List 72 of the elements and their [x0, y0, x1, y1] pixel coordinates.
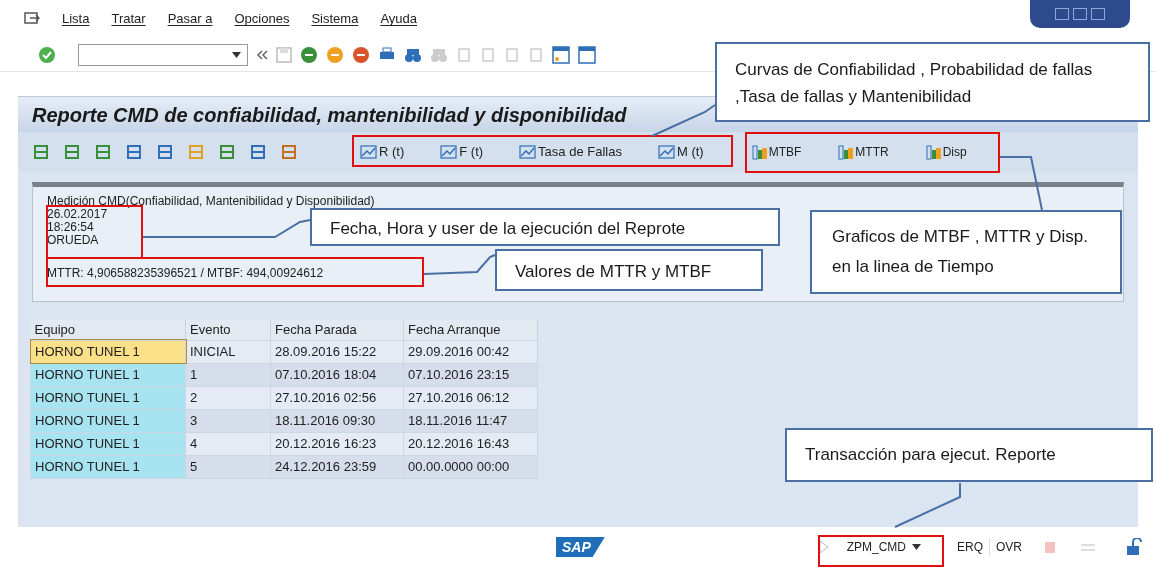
bar-chart-icon — [925, 144, 942, 160]
table-cell[interactable]: HORNO TUNEL 1 — [30, 363, 186, 386]
table-cell[interactable]: HORNO TUNEL 1 — [30, 455, 186, 478]
system-name: ERQ — [956, 539, 983, 556]
dropdown-icon — [911, 544, 921, 550]
menu-item[interactable]: Tratar — [111, 9, 146, 29]
check-icon[interactable] — [38, 45, 56, 64]
table-cell[interactable]: HORNO TUNEL 1 — [30, 340, 186, 363]
table-cell[interactable]: INICIAL — [185, 340, 271, 363]
status-icon[interactable] — [1044, 540, 1056, 554]
dropdown-icon — [232, 51, 241, 58]
chart-button[interactable]: Disp — [925, 143, 967, 161]
command-field[interactable] — [78, 43, 248, 66]
table-cell[interactable]: HORNO TUNEL 1 — [30, 409, 186, 432]
line-chart-icon — [519, 145, 537, 159]
save-icon[interactable] — [276, 46, 292, 63]
table-cell[interactable]: 24.12.2016 23:59 — [270, 455, 404, 478]
bar-chart-icon — [838, 144, 855, 160]
callout-note: Graficos de MTBF , MTTR y Disp. en la linea de Tiempo — [810, 210, 1122, 294]
sap-logo: SAP — [556, 537, 605, 557]
menu-item[interactable]: Pasar a — [167, 9, 213, 29]
leader-line — [893, 481, 962, 529]
callout-note: Transacción para ejecut. Reporte — [785, 428, 1153, 482]
line-chart-icon — [360, 145, 377, 159]
callout-note: Valores de MTTR y MTBF — [495, 249, 763, 291]
column-header[interactable]: Equipo — [30, 320, 186, 340]
table-cell[interactable]: HORNO TUNEL 1 — [30, 386, 186, 409]
leader-line — [998, 155, 1044, 212]
menu-item[interactable]: Sistema — [311, 9, 359, 29]
table-cell[interactable]: 00.00.0000 00:00 — [403, 455, 538, 478]
menu-icon[interactable] — [24, 12, 40, 26]
column-header[interactable]: Evento — [185, 320, 271, 340]
line-chart-icon — [440, 145, 458, 159]
new-window-icon[interactable] — [552, 45, 570, 64]
curve-button[interactable]: R (t) — [360, 142, 405, 162]
column-header[interactable]: Fecha Parada — [270, 320, 404, 340]
header-text: MTTR: 4,906588235396521 / MTBF: 494,00924612 — [47, 267, 324, 280]
back-chevron-icon[interactable] — [256, 48, 268, 61]
chart-button[interactable]: MTTR — [838, 143, 889, 161]
curve-button[interactable]: M (t) — [657, 142, 704, 162]
callout-note: Fecha, Hora y user de la ejecución del Reprote — [310, 208, 780, 246]
window-controls[interactable] — [1030, 0, 1130, 28]
table-cell[interactable]: 20.12.2016 16:43 — [403, 432, 538, 455]
table-cell[interactable]: 07.10.2016 23:15 — [403, 363, 538, 386]
chart-button[interactable]: MTBF — [751, 143, 802, 161]
callout-note: Curvas de Confiabilidad , Probabilidad de fallas ,Tasa de fallas y Mantenibilidad — [715, 42, 1150, 122]
curve-button[interactable]: F (t) — [440, 142, 484, 162]
table-cell[interactable]: 28.09.2016 15:22 — [270, 340, 404, 363]
header-text: Medición CMD(Confiabilidad, Mantenibilidad y Disponibilidad) — [47, 195, 375, 208]
line-chart-icon — [657, 145, 675, 159]
shortcut-icon[interactable] — [578, 45, 596, 64]
header-text: ORUEDA — [47, 234, 99, 247]
table-cell[interactable]: 27.10.2016 06:12 — [403, 386, 538, 409]
header-text: 26.02.2017 — [47, 208, 108, 221]
table-cell[interactable]: 07.10.2016 18:04 — [270, 363, 404, 386]
table-cell[interactable]: 18.11.2016 09:30 — [270, 409, 404, 432]
table-cell[interactable]: 29.09.2016 00:42 — [403, 340, 538, 363]
column-header[interactable]: Fecha Arranque — [403, 320, 538, 340]
leader-line — [650, 103, 717, 138]
header-text: 18:26:54 — [47, 221, 94, 234]
lock-icon[interactable] — [1126, 538, 1142, 556]
insert-mode: OVR — [989, 538, 1022, 556]
menu-item[interactable]: Ayuda — [380, 9, 417, 29]
table-cell[interactable]: HORNO TUNEL 1 — [30, 432, 186, 455]
play-icon[interactable] — [818, 540, 829, 554]
menu-item[interactable]: Lista — [62, 9, 90, 29]
table-cell[interactable]: 20.12.2016 16:23 — [270, 432, 404, 455]
table-cell[interactable]: 18.11.2016 11:47 — [403, 409, 538, 432]
curve-button[interactable]: Tasa de Fallas — [519, 142, 622, 162]
bar-chart-icon — [751, 144, 768, 160]
menu-item[interactable]: Opciones — [234, 9, 290, 29]
table-cell[interactable]: 27.10.2016 02:56 — [270, 386, 404, 409]
